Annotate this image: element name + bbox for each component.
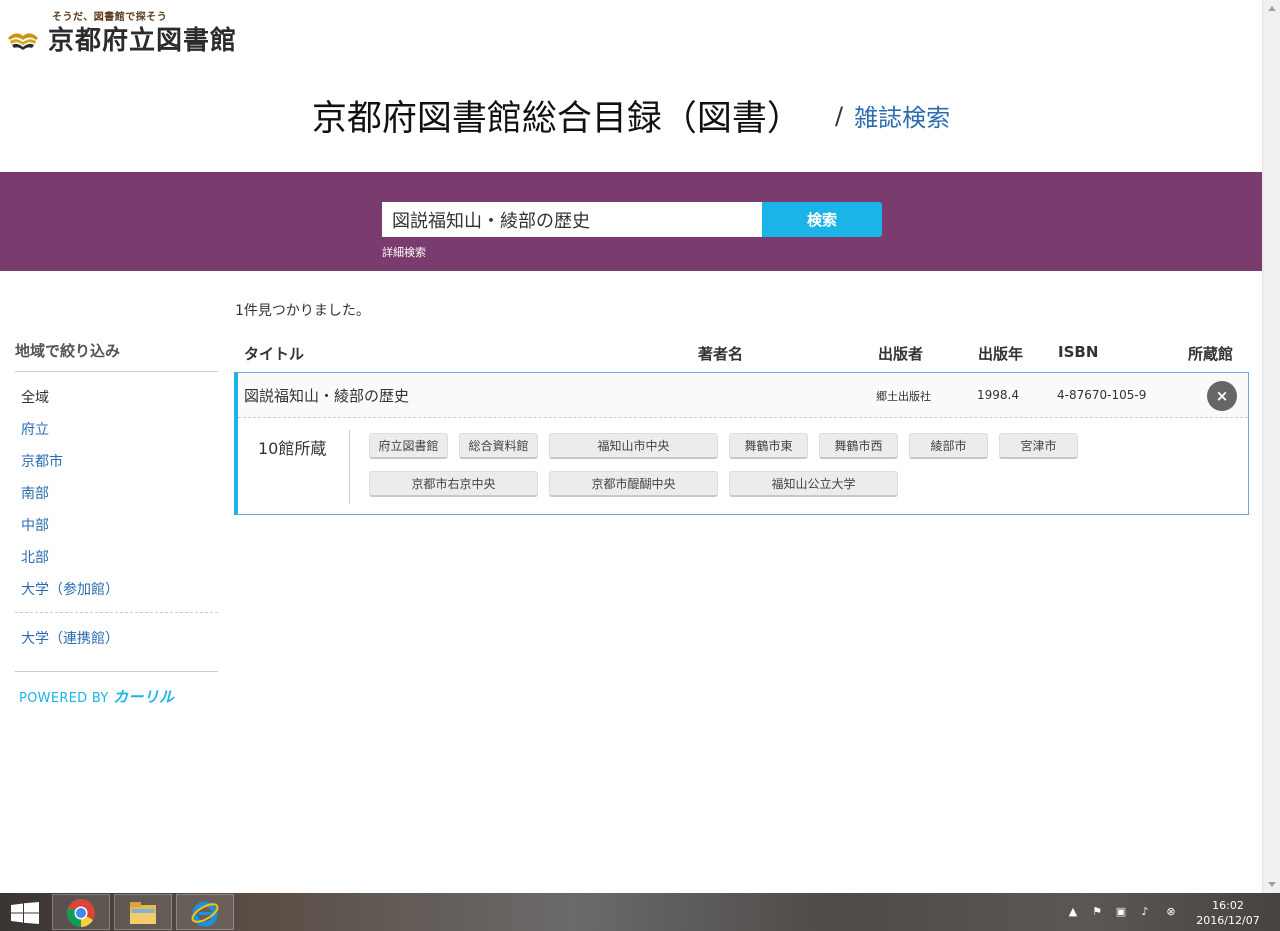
sidebar-item-university-partner[interactable]: 大学（連携館） [15, 623, 218, 655]
column-header-holding: 所蔵館 [1188, 345, 1234, 363]
library-button[interactable]: 総合資料館 [459, 433, 538, 459]
clock-time: 16:02 [1212, 899, 1244, 912]
scroll-down-arrow-icon[interactable] [1268, 882, 1276, 887]
sidebar-item-central[interactable]: 中部 [15, 510, 218, 542]
library-button[interactable]: 舞鶴市東 [729, 433, 808, 459]
close-button[interactable]: × [1207, 381, 1237, 411]
column-header-isbn: ISBN [1058, 343, 1099, 361]
sidebar-item-all[interactable]: 全域 [15, 382, 218, 414]
action-center-flag-icon[interactable]: ⚑ [1090, 905, 1104, 919]
volume-icon[interactable]: ♪ [1138, 905, 1152, 919]
sidebar-heading: 地域で絞り込み [15, 340, 218, 372]
sidebar-item-kyoto-city[interactable]: 京都市 [15, 446, 218, 478]
sidebar-item-label[interactable]: 大学（連携館） [21, 631, 119, 647]
magazine-search-link[interactable]: 雑誌検索 [854, 104, 950, 132]
windows-taskbar: ▲ ⚑ ▣ ♪ ⊗ 16:02 2016/12/07 [0, 893, 1280, 931]
taskbar-clock[interactable]: 16:02 2016/12/07 [1190, 898, 1266, 928]
sidebar-item-label[interactable]: 府立 [21, 422, 49, 438]
site-logo[interactable]: そうだ、図書館で探そう 京都府立図書館 [6, 8, 251, 56]
sidebar-item-label[interactable]: 南部 [21, 486, 49, 502]
page-title: 京都府図書館総合目録（図書） [311, 99, 802, 139]
column-header-author: 著者名 [698, 345, 744, 363]
file-explorer-icon[interactable] [114, 894, 172, 930]
search-input[interactable] [382, 202, 762, 237]
book-isbn: 4-87670-105-9 [1057, 388, 1147, 402]
holdings-separator [349, 430, 350, 504]
sidebar-divider [15, 671, 218, 672]
show-hidden-icons-icon[interactable]: ▲ [1066, 905, 1080, 919]
holdings-count: 10館所蔵 [258, 439, 327, 458]
library-button[interactable]: 舞鶴市西 [819, 433, 898, 459]
calil-brand: カーリル [113, 688, 175, 706]
column-header-title: タイトル [244, 345, 305, 363]
chrome-logo-icon [66, 899, 95, 927]
sidebar-item-label[interactable]: 中部 [21, 518, 49, 534]
search-band: 検索 詳細検索 [0, 172, 1262, 271]
page: そうだ、図書館で探そう 京都府立図書館 京都府図書館総合目録（図書） / 雑誌検… [0, 0, 1280, 931]
library-button[interactable]: 福知山公立大学 [729, 471, 898, 497]
sidebar-item-south[interactable]: 南部 [15, 478, 218, 510]
region-list: 全域 府立 京都市 南部 中部 北部 大学（参加館） [15, 382, 218, 606]
powered-by-calil-link[interactable]: POWERED BY カーリル [15, 686, 218, 707]
column-header-year: 出版年 [978, 345, 1024, 363]
book-publisher: 郷土出版社 [876, 390, 931, 403]
internet-explorer-icon[interactable] [176, 894, 234, 930]
folder-icon [130, 902, 156, 924]
ie-logo-icon [191, 901, 219, 927]
result-item-summary[interactable]: 図説福知山・綾部の歴史 郷土出版社 1998.4 4-87670-105-9 × [238, 373, 1248, 418]
windows-start-icon[interactable] [11, 902, 39, 924]
result-item: 図説福知山・綾部の歴史 郷土出版社 1998.4 4-87670-105-9 ×… [234, 372, 1249, 515]
sidebar-item-north[interactable]: 北部 [15, 542, 218, 574]
sidebar-item-prefectural[interactable]: 府立 [15, 414, 218, 446]
sidebar-item-label[interactable]: 京都市 [21, 454, 63, 470]
region-list-extra: 大学（連携館） [15, 623, 218, 655]
powered-by-text: POWERED BY [19, 691, 109, 706]
library-button[interactable]: 京都市醍醐中央 [549, 471, 718, 497]
vertical-scrollbar[interactable] [1262, 0, 1280, 893]
title-separator: / [834, 101, 844, 130]
chrome-icon[interactable] [52, 894, 110, 930]
sidebar-item-label[interactable]: 北部 [21, 550, 49, 566]
results-table-header: タイトル 著者名 出版者 出版年 ISBN 所蔵館 [234, 340, 1248, 366]
library-button[interactable]: 宮津市 [999, 433, 1078, 459]
search-button[interactable]: 検索 [762, 202, 882, 237]
network-icon[interactable]: ▣ [1114, 905, 1128, 919]
page-title-row: 京都府図書館総合目録（図書） / 雑誌検索 [0, 90, 1262, 141]
library-button[interactable]: 京都市右京中央 [369, 471, 538, 497]
close-circle-icon[interactable]: ⊗ [1164, 905, 1178, 919]
book-emblem-icon [8, 33, 38, 50]
scroll-up-arrow-icon[interactable] [1268, 6, 1276, 11]
sidebar-dashed-divider [15, 612, 218, 613]
result-count: 1件見つかりました。 [235, 303, 370, 319]
library-button[interactable]: 綾部市 [909, 433, 988, 459]
clock-date: 2016/12/07 [1196, 914, 1260, 927]
sidebar-item-label[interactable]: 大学（参加館） [21, 582, 119, 598]
logo-name: 京都府立図書館 [48, 26, 238, 56]
advanced-search-link[interactable]: 詳細検索 [382, 244, 426, 260]
book-title: 図説福知山・綾部の歴史 [244, 387, 410, 405]
book-year: 1998.4 [977, 388, 1019, 402]
library-button[interactable]: 福知山市中央 [549, 433, 718, 459]
sidebar-item-label[interactable]: 全域 [21, 390, 49, 406]
library-button[interactable]: 府立図書館 [369, 433, 448, 459]
sidebar-item-university-member[interactable]: 大学（参加館） [15, 574, 218, 606]
region-filter-sidebar: 地域で絞り込み 全域 府立 京都市 南部 中部 北部 大学（参加館） 大学（連携… [15, 340, 218, 707]
column-header-publisher: 出版者 [878, 345, 924, 363]
